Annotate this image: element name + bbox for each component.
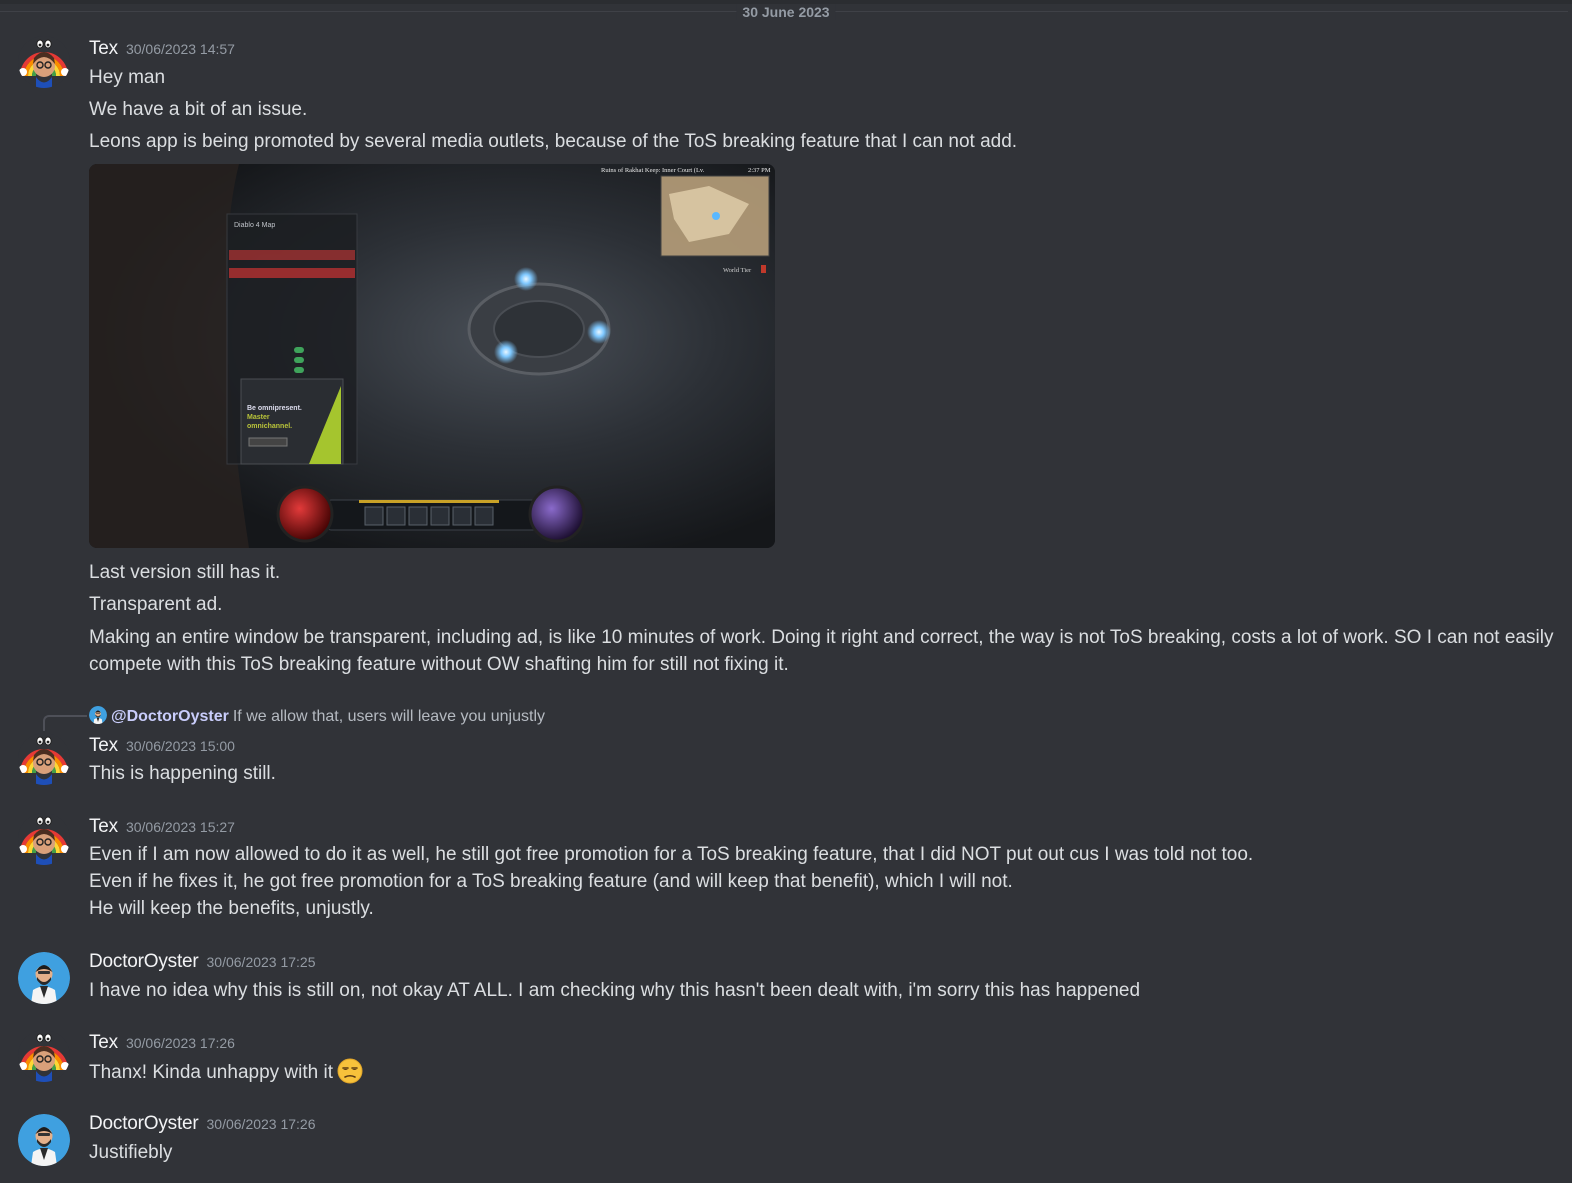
date-label: 30 June 2023	[736, 4, 836, 20]
hud-time: 2:37 PM	[748, 167, 771, 174]
ad-line-2: Master	[247, 414, 270, 421]
hud-location: Ruins of Rakhat Keep: Inner Court (Lv.	[601, 167, 705, 174]
tex-avatar-icon[interactable]	[18, 733, 70, 785]
reply-mention[interactable]: @DoctorOyster	[111, 708, 229, 725]
doctor-mini-avatar-icon	[89, 706, 107, 724]
image-attachment[interactable]: Diablo 4 Map Be omnipresent. Master omni…	[89, 164, 775, 548]
message-header: Tex 30/06/2023 15:00	[89, 735, 235, 757]
username[interactable]: Tex	[89, 735, 118, 756]
message-header: Tex 30/06/2023 14:57	[89, 38, 235, 60]
message-text: Making an entire window be transparent, …	[89, 627, 1554, 675]
timestamp[interactable]: 30/06/2023 15:27	[126, 819, 235, 835]
message-line: Thanx! Kinda unhappy with it	[89, 1058, 1552, 1086]
message-text: Even if I am now allowed to do it as wel…	[89, 844, 1254, 865]
doctor-avatar-icon[interactable]	[18, 952, 70, 1004]
username[interactable]: DoctorOyster	[89, 1113, 199, 1134]
date-divider: 30 June 2023	[0, 4, 1572, 22]
message-text: I have no idea why this is still on, not…	[89, 980, 1141, 1001]
tex-avatar-icon[interactable]	[18, 1030, 70, 1082]
message-text: Last version still has it.	[89, 562, 281, 583]
timestamp[interactable]: 30/06/2023 17:26	[207, 1116, 316, 1132]
ad-line-1: Be omnipresent.	[247, 405, 302, 412]
ad-line-3: omnichannel.	[247, 423, 292, 430]
timestamp[interactable]: 30/06/2023 15:00	[126, 738, 235, 754]
username[interactable]: DoctorOyster	[89, 951, 199, 972]
message-text: We have a bit of an issue.	[89, 99, 308, 120]
message-text: Transparent ad.	[89, 594, 223, 615]
game-screenshot-image: Diablo 4 Map Be omnipresent. Master omni…	[89, 164, 775, 548]
message-header: Tex 30/06/2023 15:27	[89, 816, 235, 838]
doctor-avatar-icon[interactable]	[18, 1114, 70, 1166]
tex-avatar-icon[interactable]	[18, 813, 70, 865]
message-header: DoctorOyster 30/06/2023 17:26	[89, 1113, 316, 1135]
hud-world-tier: World Tier	[723, 267, 752, 274]
message-text: This is happening still.	[89, 763, 276, 784]
username[interactable]: Tex	[89, 38, 118, 59]
message-text: Hey man	[89, 67, 166, 88]
timestamp[interactable]: 30/06/2023 17:25	[207, 954, 316, 970]
unamused-face-emoji-icon[interactable]	[337, 1058, 363, 1084]
overlay-title: Diablo 4 Map	[234, 222, 275, 229]
timestamp[interactable]: 30/06/2023 17:26	[126, 1035, 235, 1051]
message-header: Tex 30/06/2023 17:26	[89, 1032, 235, 1054]
username[interactable]: Tex	[89, 816, 118, 837]
reply-connector	[43, 715, 87, 731]
username[interactable]: Tex	[89, 1032, 118, 1053]
message-header: DoctorOyster 30/06/2023 17:25	[89, 951, 316, 973]
message-text: He will keep the benefits, unjustly.	[89, 898, 374, 919]
message-text: Leons app is being promoted by several m…	[89, 131, 1018, 152]
reply-text[interactable]: If we allow that, users will leave you u…	[233, 708, 545, 725]
reply-preview[interactable]: @DoctorOyster If we allow that, users wil…	[89, 706, 545, 726]
timestamp[interactable]: 30/06/2023 14:57	[126, 41, 235, 57]
message-text: Thanx! Kinda unhappy with it	[89, 1062, 333, 1083]
tex-avatar-icon[interactable]	[18, 36, 70, 88]
message-text: Justifiebly	[89, 1142, 173, 1163]
message-text: Even if he fixes it, he got free promoti…	[89, 871, 1013, 892]
